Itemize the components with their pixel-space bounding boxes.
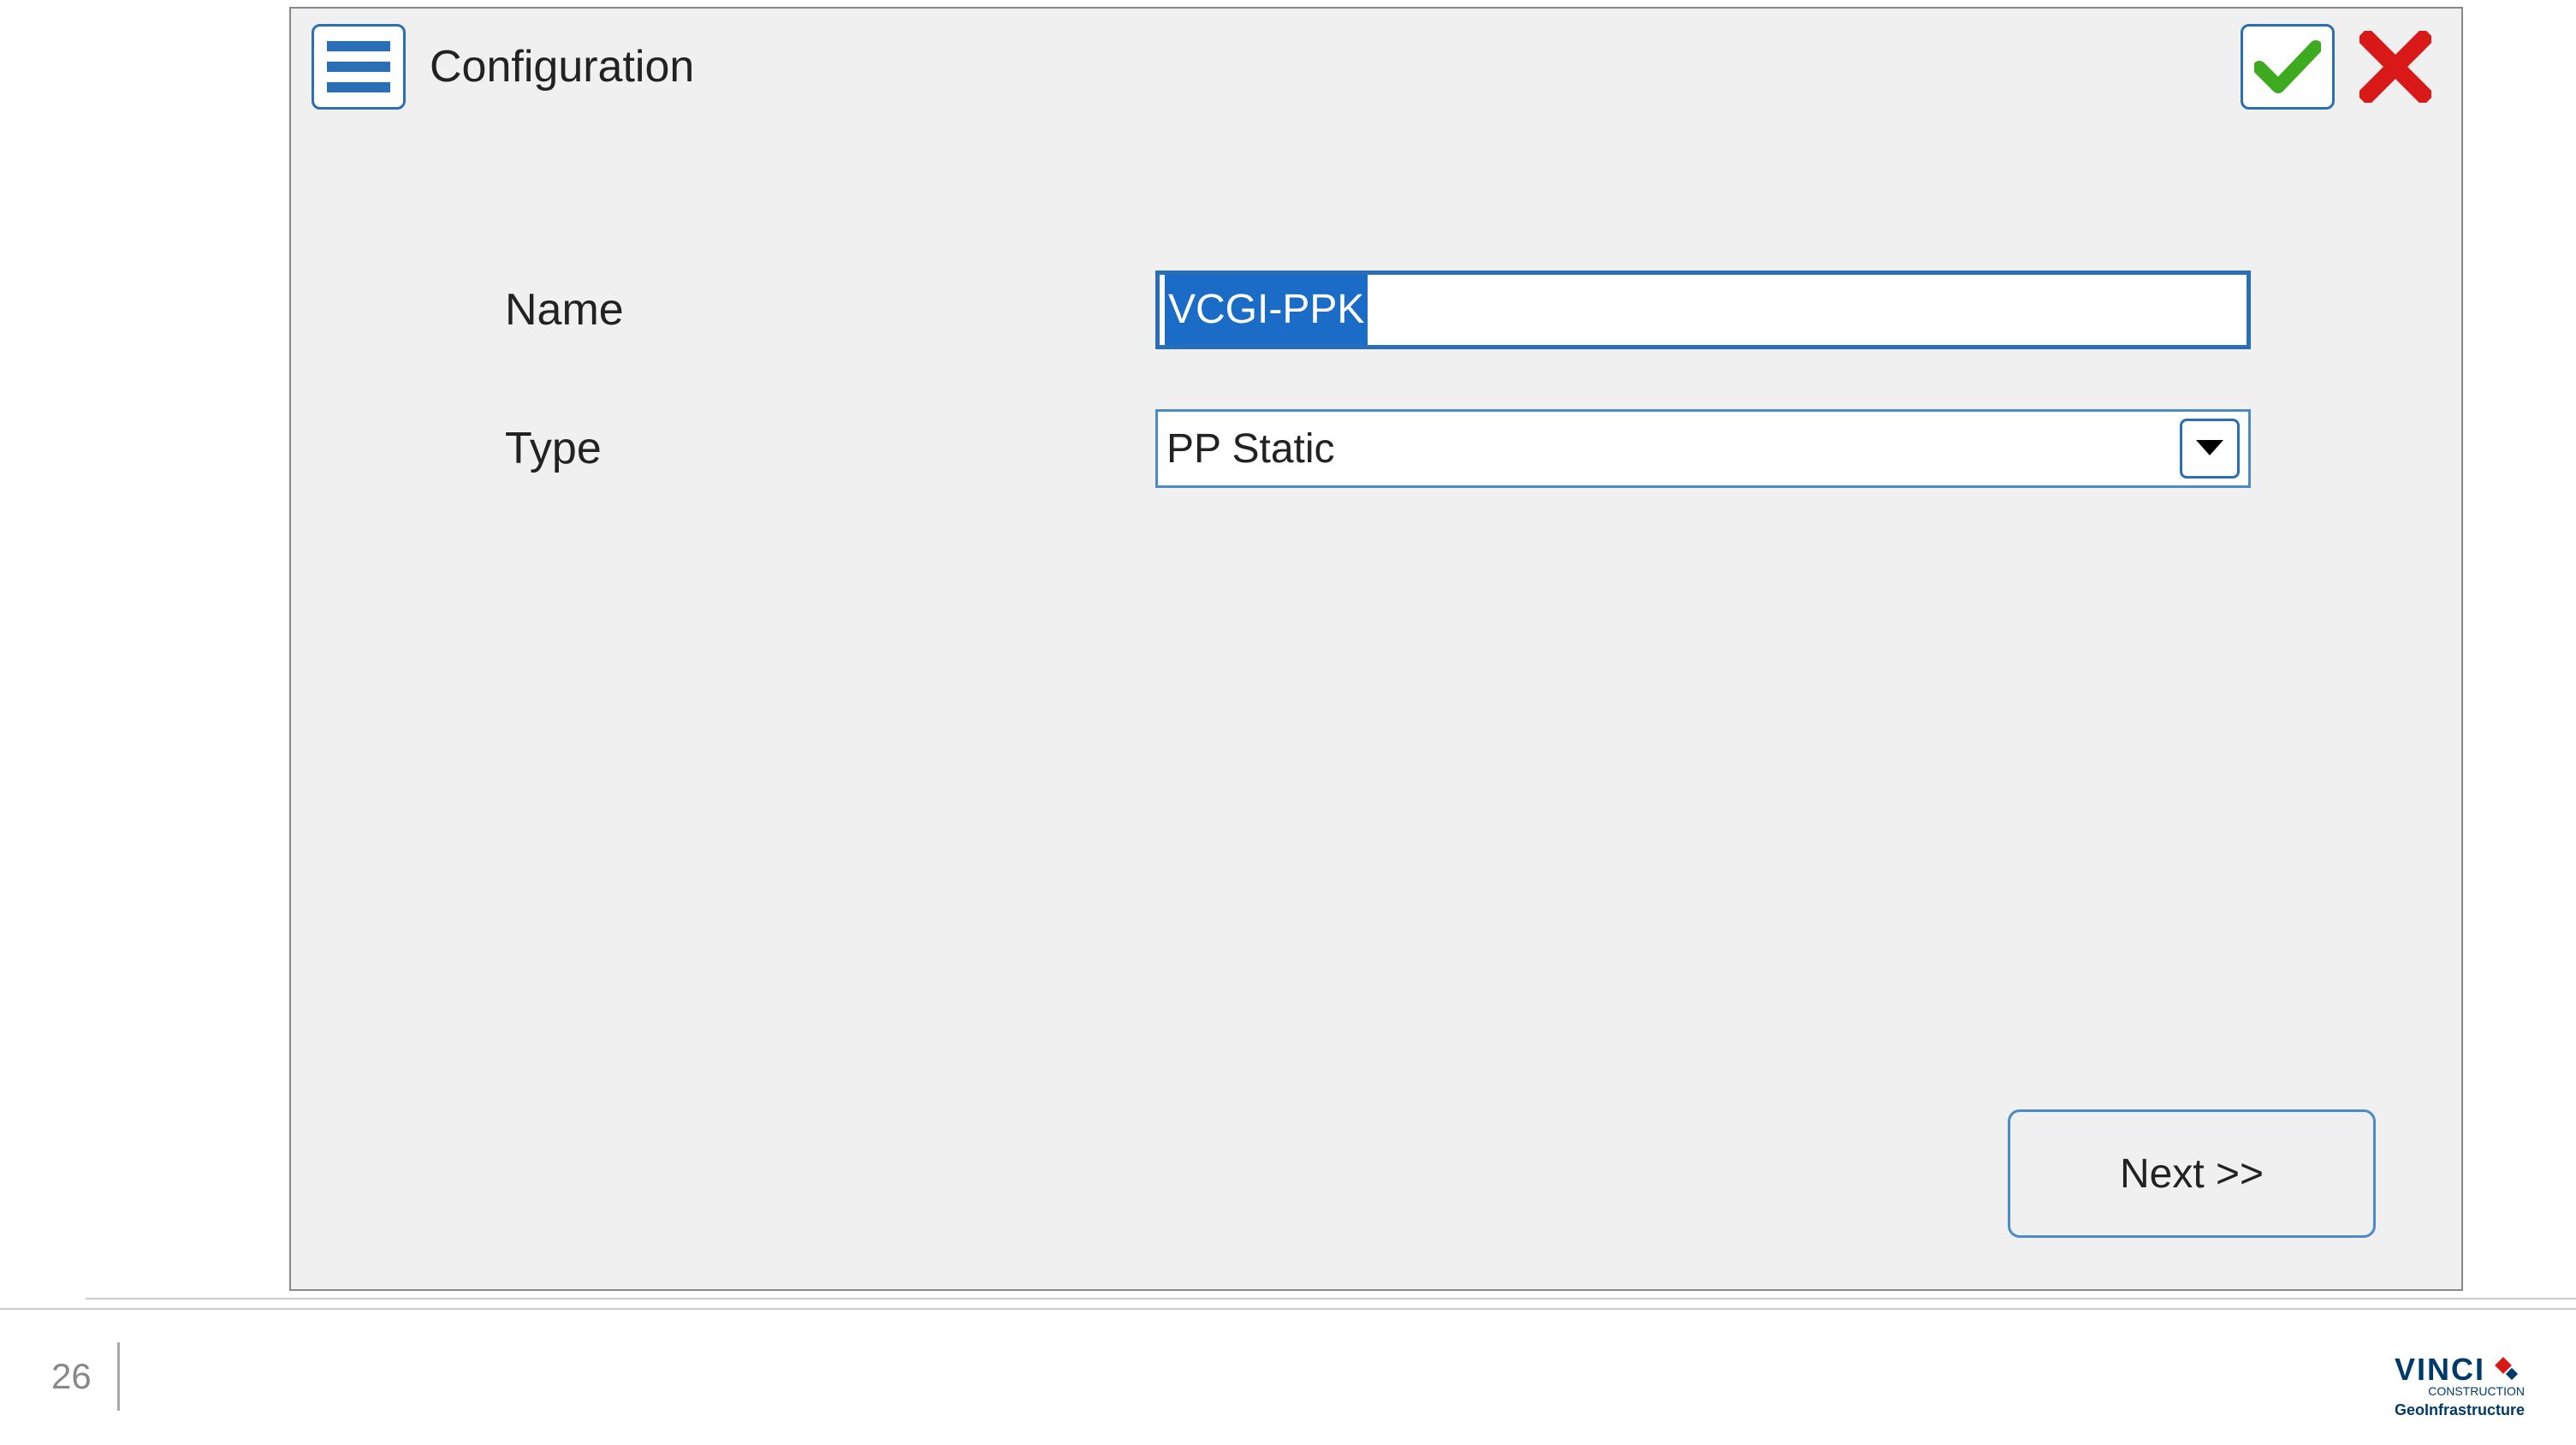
configuration-dialog: Configuration Name VCGI-PPK (289, 7, 2463, 1291)
menu-button[interactable] (312, 24, 406, 110)
page-title: Configuration (430, 41, 694, 92)
name-value-selected: VCGI-PPK (1165, 275, 1368, 345)
logo-division: GeoInfrastructure (2395, 1401, 2525, 1419)
footer-logo: VINCI CONSTRUCTION GeoInfrastructure (2395, 1352, 2525, 1419)
dropdown-button[interactable] (2180, 419, 2240, 479)
name-row: Name VCGI-PPK (505, 271, 2393, 349)
next-button-label: Next >> (2120, 1151, 2264, 1198)
chevron-down-icon (2194, 438, 2225, 459)
confirm-button[interactable] (2241, 24, 2335, 110)
header-actions (2241, 24, 2442, 110)
next-button[interactable]: Next >> (2008, 1109, 2376, 1238)
hamburger-icon (327, 82, 390, 92)
type-select[interactable]: PP Static (1155, 409, 2251, 488)
form-area: Name VCGI-PPK Type PP Static (291, 125, 2461, 488)
hamburger-icon (327, 62, 390, 72)
logo-main: VINCI (2395, 1352, 2525, 1388)
name-label: Name (505, 284, 1155, 336)
slide-container: Configuration Name VCGI-PPK (0, 0, 2576, 1445)
footer-divider (86, 1298, 2576, 1299)
logo-icon (2490, 1353, 2525, 1387)
close-icon (2359, 31, 2431, 103)
dialog-header: Configuration (291, 9, 2461, 125)
cancel-button[interactable] (2348, 24, 2442, 110)
hamburger-icon (327, 41, 390, 51)
type-label: Type (505, 423, 1155, 474)
slide-footer: 26 VINCI CONSTRUCTION GeoInfrastructure (0, 1308, 2576, 1445)
page-number: 26 (51, 1342, 120, 1411)
type-value: PP Static (1166, 425, 1335, 473)
name-input[interactable]: VCGI-PPK (1155, 271, 2251, 349)
type-row: Type PP Static (505, 409, 2393, 488)
checkmark-icon (2254, 40, 2321, 93)
